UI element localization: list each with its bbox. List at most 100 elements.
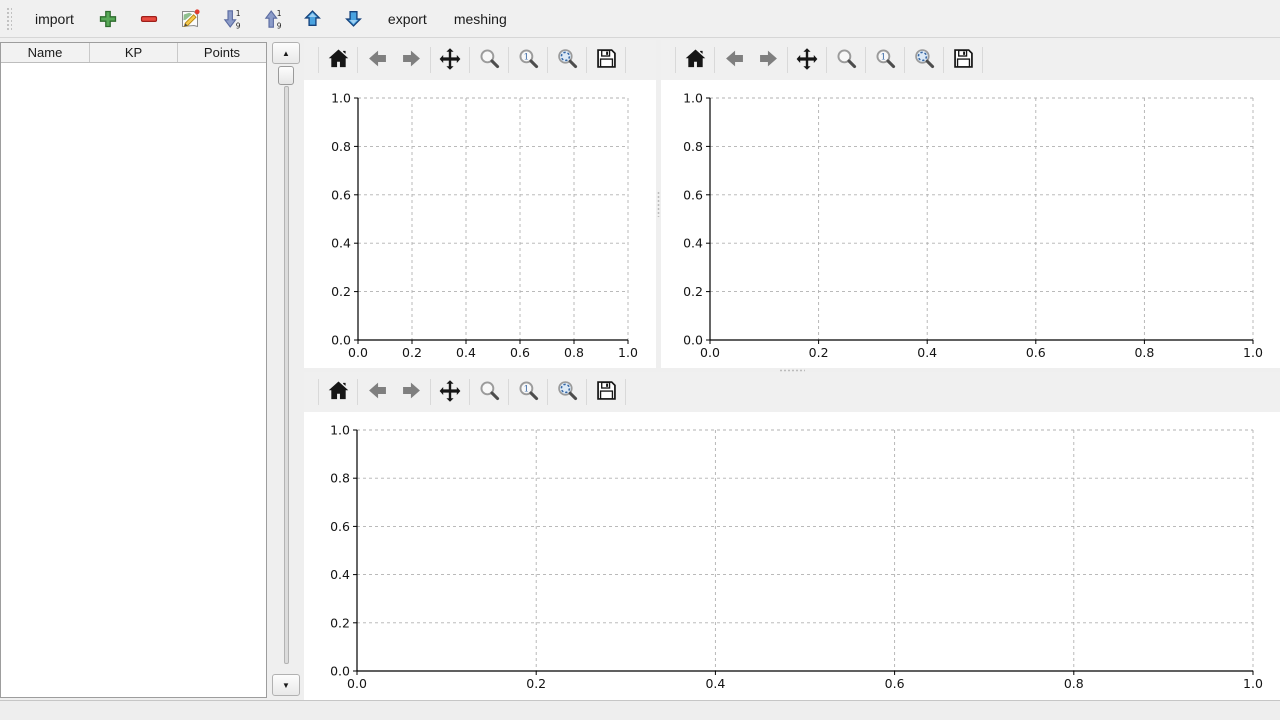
zoom-button[interactable]	[472, 44, 506, 76]
home-button[interactable]	[321, 44, 355, 76]
triangle-up-icon: ▲	[282, 49, 290, 58]
scroll-up-button[interactable]: ▲	[272, 42, 300, 64]
svg-text:0.0: 0.0	[347, 676, 367, 691]
toolbar-separator	[318, 47, 319, 73]
import-button[interactable]: import	[27, 7, 82, 31]
svg-text:0.8: 0.8	[1064, 676, 1084, 691]
column-header-name[interactable]: Name	[1, 43, 90, 62]
svg-text:0.6: 0.6	[331, 187, 351, 202]
toolbar-separator	[508, 379, 509, 405]
back-button[interactable]	[360, 376, 394, 408]
toolbar-separator	[508, 47, 509, 73]
plot-canvas[interactable]: 0.00.20.40.60.81.00.00.20.40.60.81.0	[661, 80, 1280, 368]
back-button[interactable]	[360, 44, 394, 76]
table-body[interactable]	[1, 63, 266, 697]
toolbar-separator	[547, 47, 548, 73]
plot-figure-bottom: 1 0.00.20.40.60.81.00.00.20.40.60.81.0	[304, 372, 1280, 700]
save-button[interactable]	[589, 376, 623, 408]
toolbar-separator	[675, 47, 676, 73]
column-header-kp[interactable]: KP	[90, 43, 178, 62]
pan-icon	[438, 379, 462, 406]
toolbar-separator	[357, 47, 358, 73]
triangle-down-icon: ▼	[282, 681, 290, 690]
remove-button[interactable]	[134, 4, 164, 34]
plot-canvas[interactable]: 0.00.20.40.60.81.00.00.20.40.60.81.0	[304, 412, 1280, 700]
forward-button[interactable]	[394, 44, 428, 76]
svg-text:1.0: 1.0	[1243, 345, 1263, 360]
svg-text:0.0: 0.0	[331, 333, 351, 348]
toolbar-separator	[826, 47, 827, 73]
back-button[interactable]	[717, 44, 751, 76]
svg-text:0.4: 0.4	[705, 676, 725, 691]
edit-icon	[179, 8, 201, 30]
forward-button[interactable]	[751, 44, 785, 76]
svg-text:1.0: 1.0	[331, 91, 351, 106]
svg-text:0.6: 0.6	[330, 519, 350, 534]
svg-text:0.4: 0.4	[456, 345, 476, 360]
edit-button[interactable]	[175, 4, 205, 34]
zoom-button[interactable]	[472, 376, 506, 408]
zoom-one-button[interactable]: 1	[511, 44, 545, 76]
svg-text:0.8: 0.8	[331, 139, 351, 154]
toolbar-separator	[586, 47, 587, 73]
slider-handle[interactable]	[278, 66, 294, 85]
plot-figure-top-right: 1 0.00.20.40.60.81.00.00.20.40.60.81.0	[661, 40, 1280, 368]
zoom-select-button[interactable]	[550, 44, 584, 76]
svg-text:0.8: 0.8	[330, 471, 350, 486]
forward-button[interactable]	[394, 376, 428, 408]
export-button[interactable]: export	[380, 7, 435, 31]
plot-canvas[interactable]: 0.00.20.40.60.81.00.00.20.40.60.81.0	[304, 80, 656, 368]
svg-text:0.6: 0.6	[885, 676, 905, 691]
mpl-toolbar: 1	[304, 40, 656, 80]
svg-text:0.2: 0.2	[331, 284, 351, 299]
zoom-one-button[interactable]: 1	[511, 376, 545, 408]
svg-text:0.0: 0.0	[700, 345, 720, 360]
move-up-button[interactable]	[298, 4, 328, 34]
toolbar-separator	[430, 47, 431, 73]
toolbar-grip[interactable]	[6, 7, 12, 31]
meshing-button-label: meshing	[454, 11, 507, 27]
pan-button[interactable]	[433, 44, 467, 76]
main-toolbar: import1919exportmeshing	[0, 0, 1280, 38]
save-icon	[952, 47, 975, 73]
plot-figure-top-left: 1 0.00.20.40.60.81.00.00.20.40.60.81.0	[304, 40, 656, 368]
meshing-button[interactable]: meshing	[446, 7, 515, 31]
svg-text:1: 1	[236, 9, 241, 18]
column-header-points[interactable]: Points	[178, 43, 266, 62]
zoom-button[interactable]	[829, 44, 863, 76]
table-header-row: NameKPPoints	[1, 43, 266, 63]
toolbar-separator	[357, 379, 358, 405]
home-button[interactable]	[678, 44, 712, 76]
save-button[interactable]	[946, 44, 980, 76]
import-button-label: import	[35, 11, 74, 27]
toolbar-separator	[318, 379, 319, 405]
toolbar-separator	[904, 47, 905, 73]
svg-text:0.6: 0.6	[510, 345, 530, 360]
sort-descending-button[interactable]: 19	[216, 4, 246, 34]
sort-ascending-button[interactable]: 19	[257, 4, 287, 34]
pan-button[interactable]	[433, 376, 467, 408]
save-button[interactable]	[589, 44, 623, 76]
toolbar-separator	[547, 379, 548, 405]
toolbar-separator	[625, 379, 626, 405]
svg-text:0.2: 0.2	[809, 345, 829, 360]
zoom-select-icon	[556, 47, 579, 73]
svg-text:9: 9	[236, 21, 241, 30]
svg-text:1: 1	[523, 52, 528, 62]
back-icon	[366, 379, 389, 405]
home-button[interactable]	[321, 376, 355, 408]
export-button-label: export	[388, 11, 427, 27]
zoom-select-button[interactable]	[550, 376, 584, 408]
zoom-select-button[interactable]	[907, 44, 941, 76]
zoom-one-button[interactable]: 1	[868, 44, 902, 76]
scroll-down-button[interactable]: ▼	[272, 674, 300, 696]
save-icon	[595, 47, 618, 73]
zoom-select-icon	[913, 47, 936, 73]
toolbar-separator	[865, 47, 866, 73]
svg-text:0.8: 0.8	[564, 345, 584, 360]
move-down-button[interactable]	[339, 4, 369, 34]
toolbar-separator	[714, 47, 715, 73]
add-button[interactable]	[93, 4, 123, 34]
pan-button[interactable]	[790, 44, 824, 76]
slider-groove[interactable]	[284, 86, 289, 664]
